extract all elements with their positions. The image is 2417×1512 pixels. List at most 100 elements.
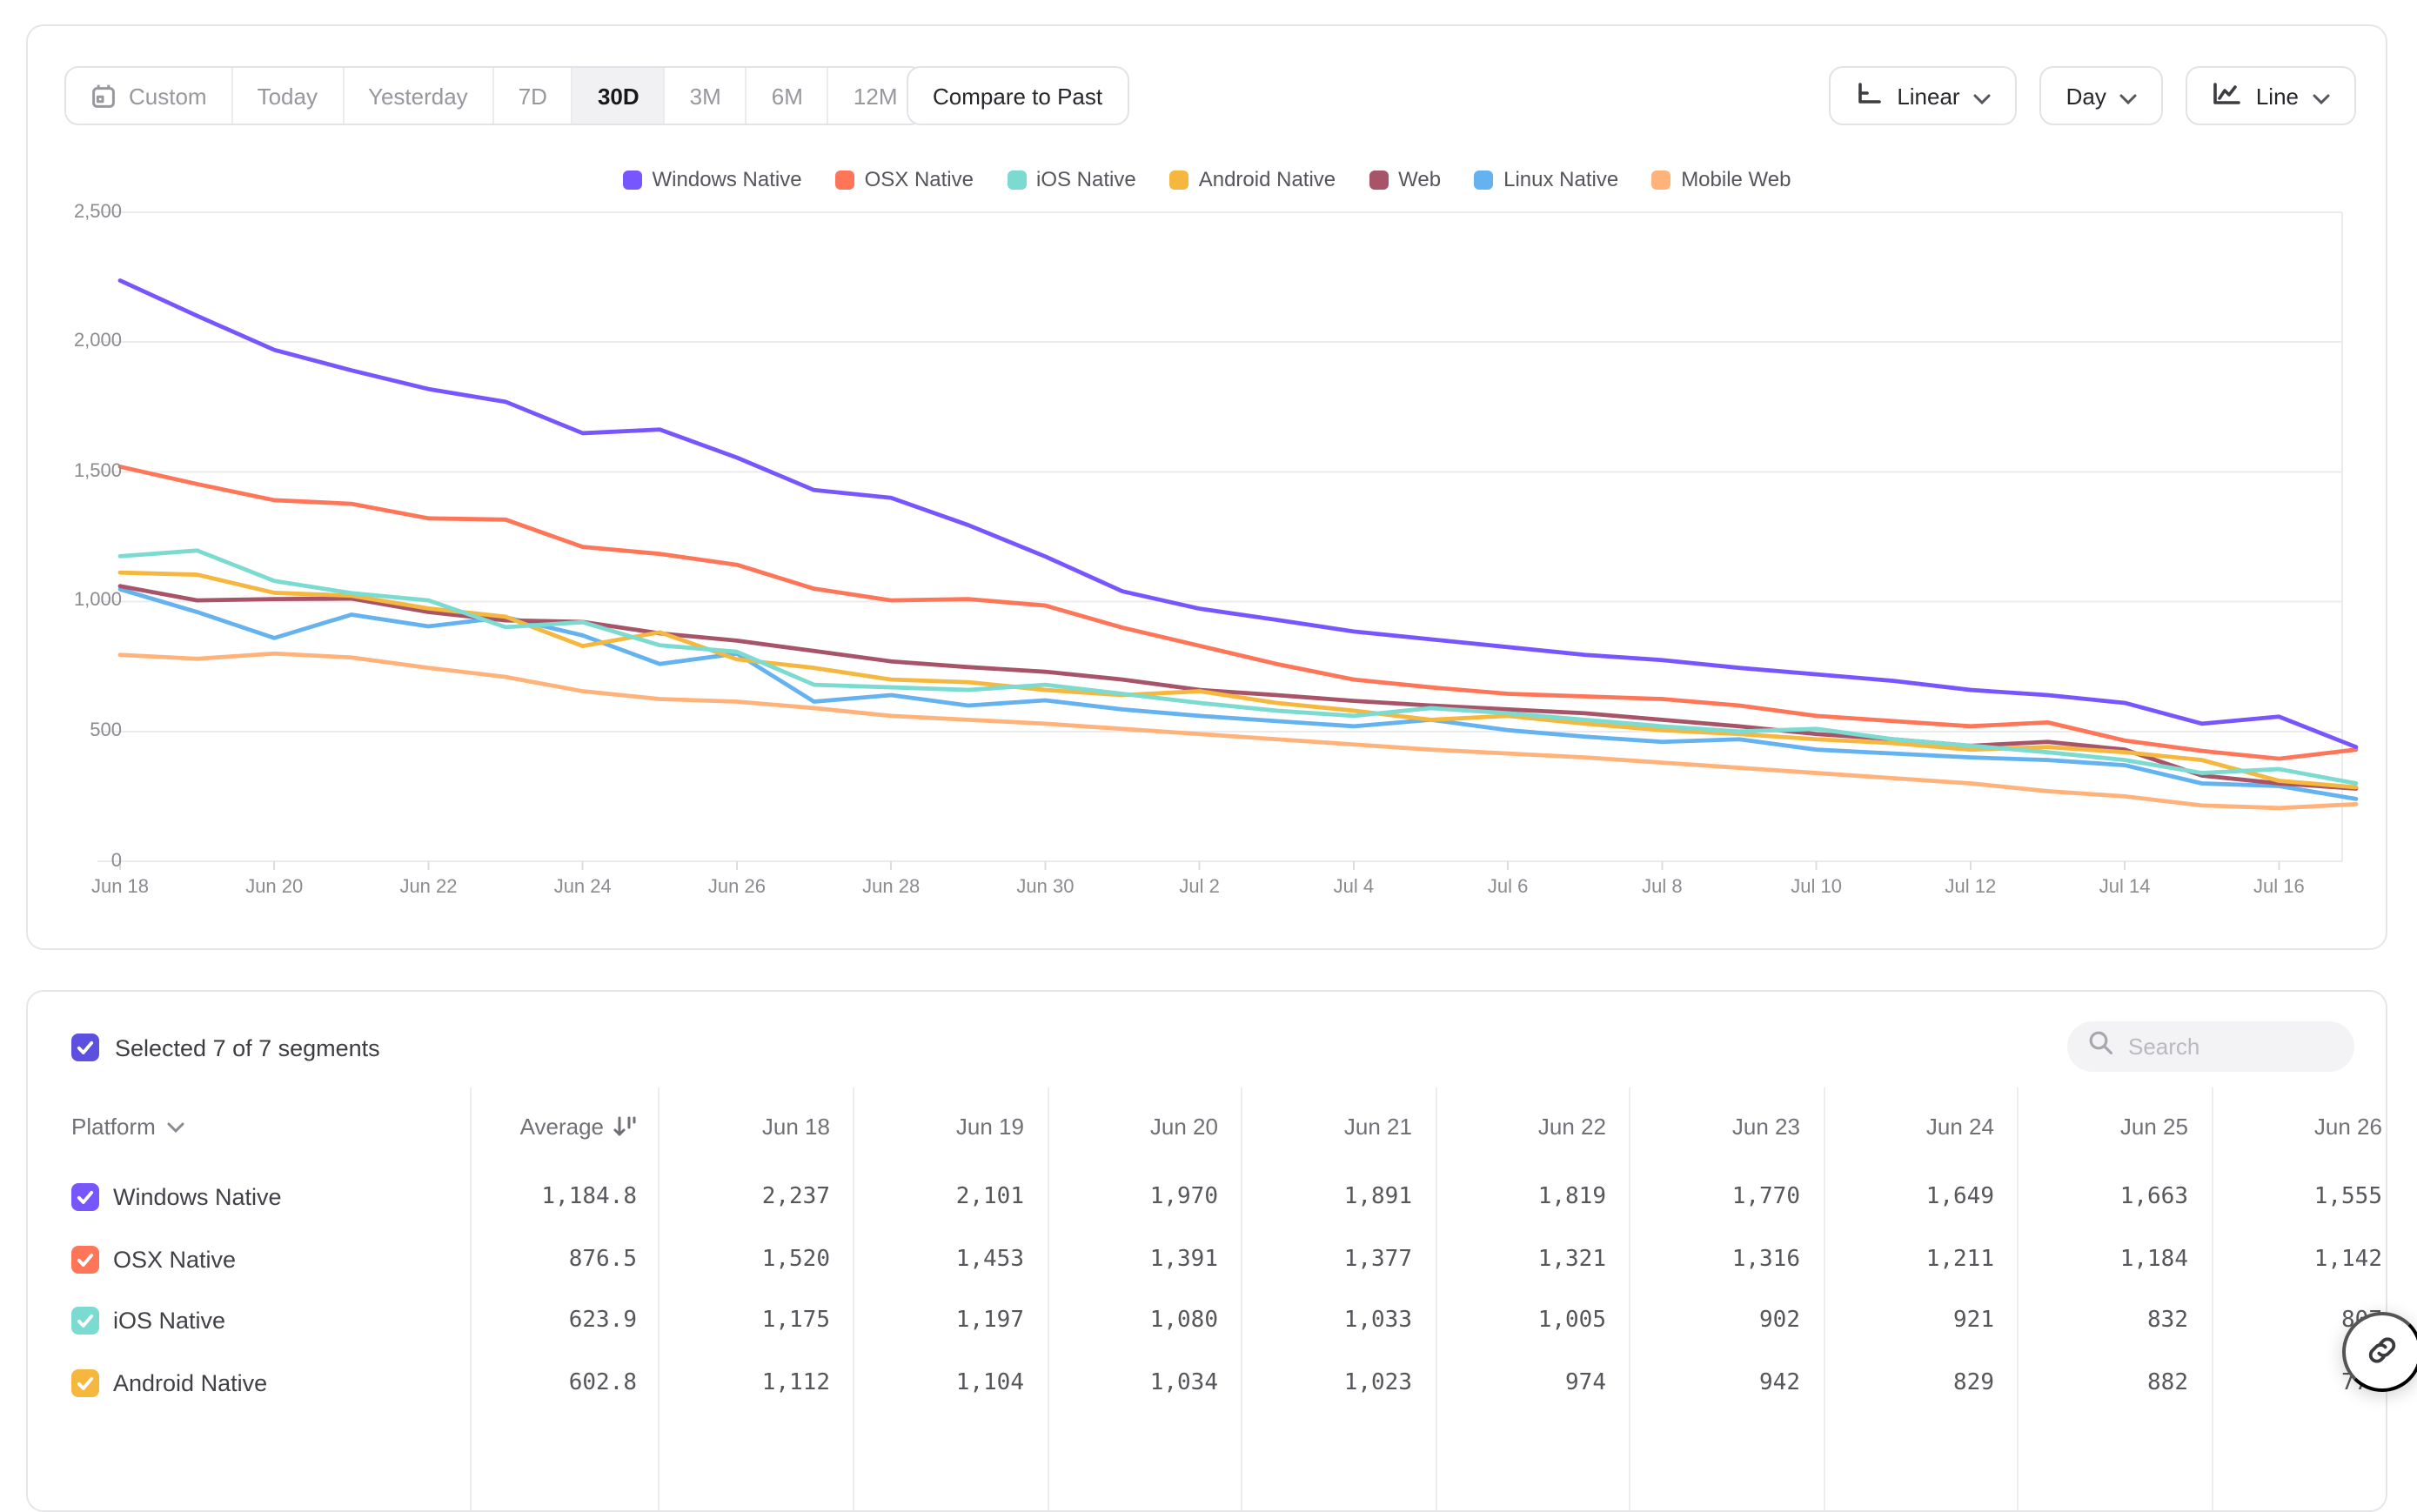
x-axis-tick-label: Jul 6	[1438, 877, 1577, 898]
segment-checkbox[interactable]	[71, 1307, 99, 1335]
chart-card: CustomTodayYesterday7D30D3M6M12M Compare…	[26, 24, 2387, 950]
y-axis-tick-label: 2,000	[42, 331, 122, 351]
day-value: 1,112	[656, 1369, 830, 1395]
segment-label: Windows Native	[113, 1184, 282, 1210]
day-value: 1,034	[1044, 1369, 1218, 1395]
x-axis-tick-label: Jul 8	[1592, 877, 1731, 898]
day-value: 882	[2014, 1369, 2188, 1395]
select-all-checkbox[interactable]	[71, 1034, 99, 1061]
day-value: 1,033	[1238, 1308, 1412, 1334]
day-value: 1,316	[1626, 1246, 1800, 1272]
check-icon	[75, 1037, 96, 1058]
average-value: 602.8	[463, 1369, 637, 1395]
day-value: 832	[2014, 1308, 2188, 1334]
day-value: 1,555	[2208, 1184, 2382, 1210]
platform-header-label: Platform	[71, 1114, 156, 1140]
x-axis-tick-label: Jul 14	[2055, 877, 2194, 898]
segment-checkbox[interactable]	[71, 1368, 99, 1396]
x-axis-tick-label: Jul 4	[1284, 877, 1423, 898]
day-value: 1,211	[1820, 1246, 1994, 1272]
segment-checkbox[interactable]	[71, 1245, 99, 1273]
day-value: 1,175	[656, 1308, 830, 1334]
platform-column-header[interactable]: Platform	[71, 1114, 185, 1140]
day-value: 1,649	[1820, 1184, 1994, 1210]
insights-dashboard: CustomTodayYesterday7D30D3M6M12M Compare…	[0, 0, 2417, 1406]
segment-checkbox[interactable]	[71, 1183, 99, 1211]
y-axis-tick-label: 2,500	[42, 201, 122, 222]
y-axis-tick-label: 1,500	[42, 460, 122, 481]
series-line-windows-native[interactable]	[120, 280, 2356, 746]
day-column-header-jun-18[interactable]: Jun 18	[673, 1114, 830, 1140]
day-value: 1,080	[1044, 1308, 1218, 1334]
segment-label: Android Native	[113, 1369, 267, 1395]
day-value: 2,237	[656, 1184, 830, 1210]
day-value: 1,819	[1432, 1184, 1606, 1210]
chart-canvas	[28, 26, 2389, 950]
day-value: 1,970	[1044, 1184, 1218, 1210]
share-link-button[interactable]	[2342, 1312, 2417, 1392]
series-line-android-native[interactable]	[120, 572, 2356, 787]
line-chart[interactable]: 05001,0001,5002,0002,500 Jun 18Jun 20Jun…	[28, 26, 2389, 950]
segments-selected-row: Selected 7 of 7 segments	[71, 1034, 380, 1061]
day-value: 1,520	[656, 1246, 830, 1272]
link-icon	[2365, 1332, 2400, 1372]
table-row-osx-native[interactable]: OSX Native876.51,5201,4531,3911,3771,321…	[28, 1228, 2386, 1290]
segment-search-box[interactable]	[2067, 1021, 2354, 1072]
x-axis-tick-label: Jul 16	[2209, 877, 2348, 898]
table-row-ios-native[interactable]: iOS Native 623.9 1,175 1,197 1,080 1,033 1,005…	[28, 1289, 2386, 1352]
average-value: 876.5	[463, 1246, 637, 1272]
sort-descending-icon	[613, 1115, 637, 1138]
x-axis-tick-label: Jul 12	[1901, 877, 2040, 898]
day-value: 1,023	[1238, 1369, 1412, 1395]
day-value: 1,891	[1238, 1184, 1412, 1210]
day-value: 1,005	[1432, 1308, 1606, 1334]
day-value: 1,377	[1238, 1246, 1412, 1272]
selected-segments-label: Selected 7 of 7 segments	[115, 1034, 380, 1060]
day-value: 942	[1626, 1369, 1800, 1395]
day-column-header-jun-24[interactable]: Jun 24	[1838, 1114, 1994, 1140]
x-axis-tick-label: Jun 20	[204, 877, 344, 898]
search-icon	[2088, 1029, 2114, 1064]
day-value: 1,197	[850, 1308, 1024, 1334]
day-value: 829	[1820, 1369, 1994, 1395]
day-column-header-jun-26[interactable]: Jun 26	[2226, 1114, 2382, 1140]
day-value: 921	[1820, 1308, 1994, 1334]
day-value: 1,142	[2208, 1246, 2382, 1272]
day-value: 1,770	[1626, 1184, 1800, 1210]
x-axis-tick-label: Jun 22	[358, 877, 498, 898]
series-line-ios-native[interactable]	[120, 551, 2356, 784]
day-column-header-jun-23[interactable]: Jun 23	[1644, 1114, 1800, 1140]
day-value: 1,184	[2014, 1246, 2188, 1272]
x-axis-tick-label: Jun 30	[975, 877, 1115, 898]
x-axis-tick-label: Jun 24	[513, 877, 653, 898]
average-value: 623.9	[463, 1308, 637, 1334]
day-column-header-jun-25[interactable]: Jun 25	[2032, 1114, 2188, 1140]
x-axis-tick-label: Jun 28	[821, 877, 961, 898]
x-axis-tick-label: Jul 10	[1747, 877, 1886, 898]
average-column-header[interactable]: Average	[484, 1114, 637, 1140]
search-input[interactable]	[2128, 1034, 2320, 1060]
day-column-header-jun-20[interactable]: Jun 20	[1061, 1114, 1218, 1140]
x-axis-tick-label: Jun 26	[667, 877, 807, 898]
segments-table-card: Selected 7 of 7 segments Platform Average…	[26, 990, 2387, 1512]
day-value: 1,321	[1432, 1246, 1606, 1272]
day-column-header-jun-19[interactable]: Jun 19	[867, 1114, 1024, 1140]
day-value: 902	[1626, 1308, 1800, 1334]
y-axis-tick-label: 1,000	[42, 591, 122, 612]
x-axis-tick-label: Jun 18	[50, 877, 190, 898]
chevron-down-icon	[168, 1121, 185, 1132]
day-value: 974	[1432, 1369, 1606, 1395]
average-value: 1,184.8	[463, 1184, 637, 1210]
day-value: 1,391	[1044, 1246, 1218, 1272]
table-row-android-native[interactable]: Android Native 602.8 1,112 1,104 1,034 1,023 9…	[28, 1351, 2386, 1414]
y-axis-tick-label: 0	[42, 850, 122, 871]
average-header-label: Average	[520, 1114, 604, 1140]
day-value: 1,104	[850, 1369, 1024, 1395]
table-row-windows-native[interactable]: Windows Native1,184.82,2372,1011,9701,89…	[28, 1166, 2386, 1228]
segment-label: OSX Native	[113, 1246, 236, 1272]
x-axis-tick-label: Jul 2	[1130, 877, 1269, 898]
day-column-header-jun-21[interactable]: Jun 21	[1255, 1114, 1412, 1140]
day-value: 1,663	[2014, 1184, 2188, 1210]
day-column-header-jun-22[interactable]: Jun 22	[1450, 1114, 1606, 1140]
segment-label: iOS Native	[113, 1308, 225, 1334]
